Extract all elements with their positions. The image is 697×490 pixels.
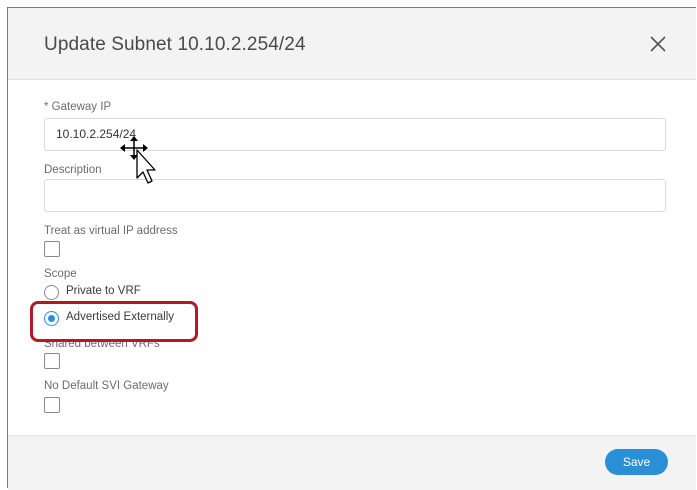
- virtual-ip-label: Treat as virtual IP address: [44, 225, 178, 237]
- virtual-ip-checkbox[interactable]: [44, 241, 60, 257]
- scope-advertised-label: Advertised Externally: [66, 311, 175, 323]
- scope-private-label: Private to VRF: [66, 285, 141, 297]
- close-icon[interactable]: [648, 34, 668, 54]
- dialog-header: Update Subnet 10.10.2.254/24: [8, 8, 696, 80]
- dialog-footer: [8, 435, 696, 490]
- save-button[interactable]: Save: [605, 449, 668, 475]
- scope-label: Scope: [44, 268, 77, 280]
- gateway-ip-input[interactable]: 10.10.2.254/24: [44, 118, 666, 151]
- update-subnet-dialog: Update Subnet 10.10.2.254/24 * Gateway I…: [7, 7, 696, 490]
- description-input[interactable]: [44, 179, 666, 212]
- shared-between-vrfs-checkbox[interactable]: [44, 353, 60, 369]
- no-default-svi-checkbox[interactable]: [44, 397, 60, 413]
- description-label: Description: [44, 164, 102, 176]
- gateway-ip-label: * Gateway IP: [44, 101, 112, 113]
- scope-advertised-radio[interactable]: [44, 311, 59, 326]
- dialog-title: Update Subnet 10.10.2.254/24: [44, 34, 306, 55]
- scope-private-radio[interactable]: [44, 285, 59, 300]
- no-default-svi-label: No Default SVI Gateway: [44, 380, 169, 392]
